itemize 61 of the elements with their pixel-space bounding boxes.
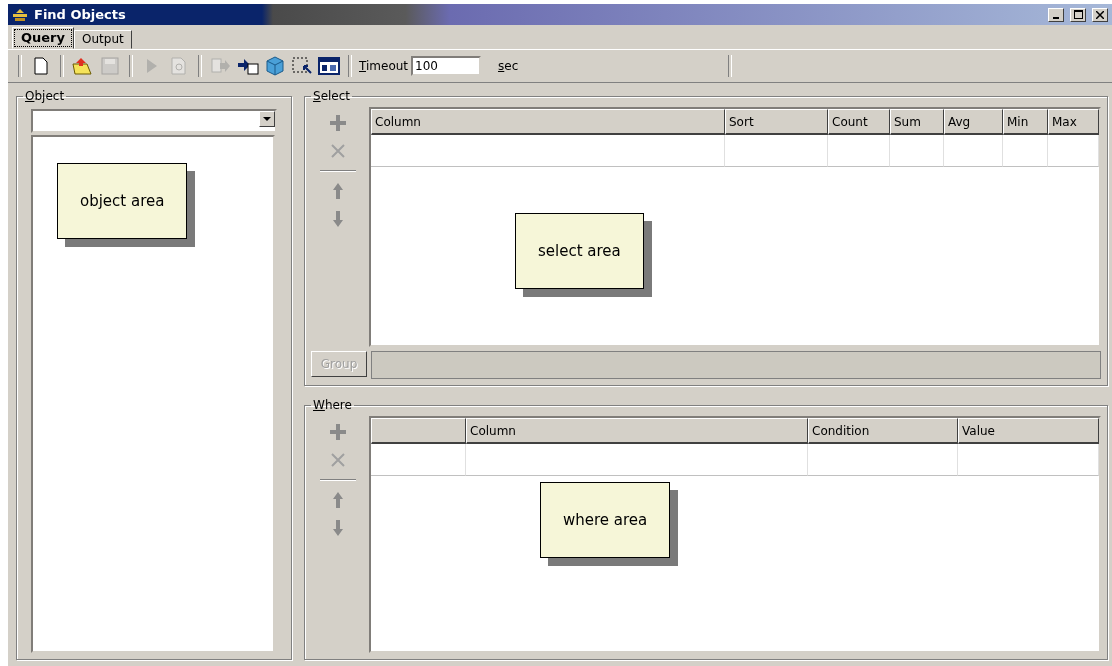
- column-header[interactable]: Sum: [890, 109, 944, 135]
- table-cell[interactable]: [371, 444, 466, 476]
- group-title: Where: [312, 398, 353, 412]
- page-preview-icon: [171, 57, 187, 75]
- column-header[interactable]: Count: [828, 109, 890, 135]
- table-cell[interactable]: [1003, 135, 1048, 167]
- arrow-up-icon: [332, 182, 344, 200]
- column-header[interactable]: Min: [1003, 109, 1048, 135]
- import-icon: [237, 57, 259, 75]
- table-cell[interactable]: [890, 135, 944, 167]
- object-dropdown[interactable]: [31, 109, 277, 133]
- cube-icon: [265, 56, 285, 76]
- timeout-label: Timeout: [359, 59, 409, 73]
- folder-icon: [72, 56, 94, 76]
- app-icon: [12, 7, 28, 22]
- delete-icon: [330, 452, 346, 468]
- timeout-unit: sec: [498, 59, 519, 73]
- table-cell[interactable]: [828, 135, 890, 167]
- table-cell[interactable]: [958, 444, 1099, 476]
- column-header[interactable]: Column: [371, 109, 725, 135]
- document-icon: [34, 57, 48, 75]
- table-cell[interactable]: [1048, 135, 1099, 167]
- minimize-button[interactable]: [1048, 7, 1064, 22]
- object-list[interactable]: [31, 135, 275, 653]
- column-header[interactable]: [371, 418, 466, 444]
- close-button[interactable]: [1092, 7, 1108, 22]
- tab[interactable]: Query: [12, 27, 74, 49]
- toolbar-button[interactable]: [317, 54, 341, 78]
- table-cell[interactable]: [808, 444, 958, 476]
- window-title: Find Objects: [34, 7, 127, 22]
- dropdown-button[interactable]: [259, 111, 275, 127]
- timeout-field[interactable]: 100: [411, 56, 482, 76]
- arrow-up-icon: [332, 491, 344, 509]
- caret-icon: [263, 117, 271, 121]
- column-header[interactable]: Sort: [725, 109, 828, 135]
- table-cell[interactable]: [371, 135, 725, 167]
- close-icon: [1096, 10, 1104, 19]
- plus-icon: [329, 114, 347, 132]
- delete-icon: [330, 143, 346, 159]
- maximize-button[interactable]: [1070, 7, 1086, 22]
- group-title: Select: [312, 89, 352, 103]
- column-header[interactable]: Condition: [808, 418, 958, 444]
- save-icon: [101, 57, 119, 75]
- column-header[interactable]: Value: [958, 418, 1099, 444]
- plus-icon: [329, 423, 347, 441]
- window-icon: [318, 57, 340, 75]
- export-icon: [211, 57, 231, 75]
- group-title: Object: [24, 89, 66, 103]
- tab[interactable]: Output: [74, 30, 132, 49]
- arrow-down-icon: [332, 519, 344, 537]
- play-icon: [146, 58, 158, 74]
- column-header[interactable]: Column: [466, 418, 808, 444]
- table-cell[interactable]: [944, 135, 1003, 167]
- column-header[interactable]: Avg: [944, 109, 1003, 135]
- minimize-icon: [1053, 16, 1059, 19]
- table-cell[interactable]: [466, 444, 808, 476]
- arrow-down-icon: [332, 210, 344, 228]
- maximize-icon: [1073, 10, 1083, 19]
- column-header[interactable]: Max: [1048, 109, 1099, 135]
- selection-icon: [292, 57, 312, 75]
- table-cell[interactable]: [725, 135, 828, 167]
